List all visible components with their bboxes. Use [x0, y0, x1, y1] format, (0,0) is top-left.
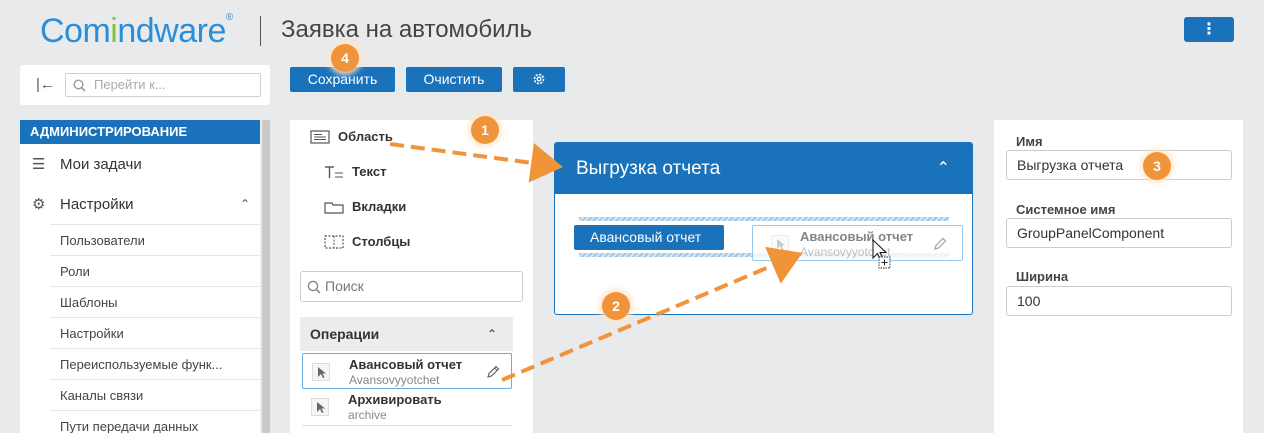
annotation-arrows: [389, 142, 803, 382]
annotation-arrow-1: [389, 142, 563, 183]
annotation-badge-1: 1: [471, 116, 499, 144]
annotation-badge-2: 2: [602, 292, 630, 320]
annotation-badge-4: 4: [331, 44, 359, 72]
annotation-arrow-2: [501, 246, 803, 382]
annotation-badge-3: 3: [1143, 152, 1171, 180]
